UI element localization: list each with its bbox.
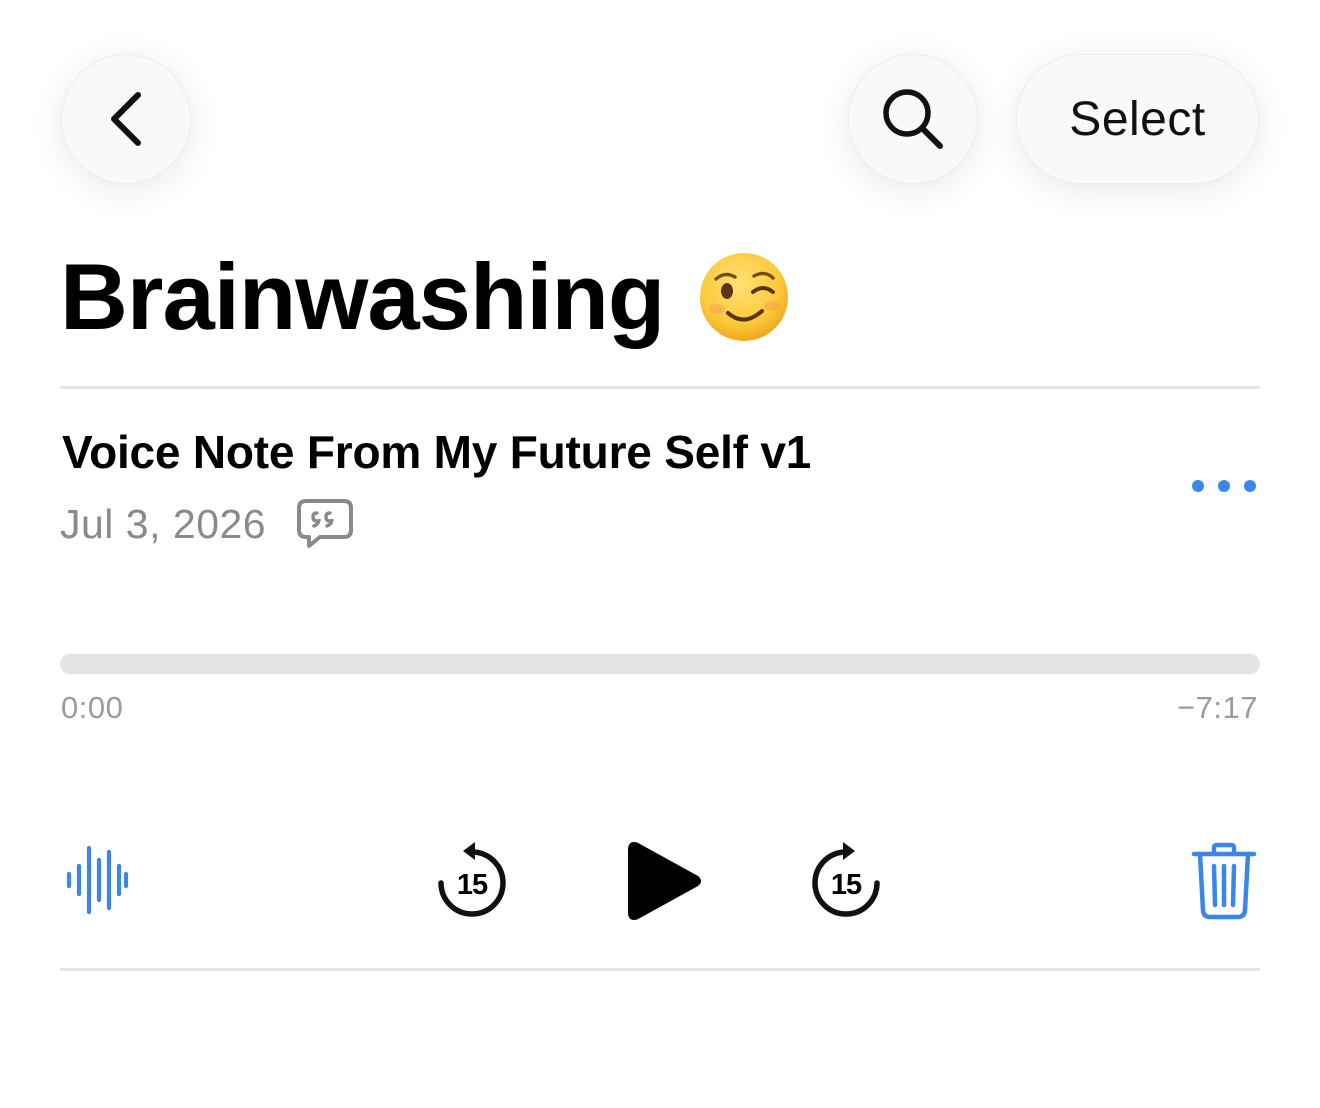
- play-icon: [628, 842, 701, 920]
- back-button[interactable]: [61, 54, 191, 184]
- more-options-button[interactable]: [1186, 466, 1262, 506]
- ellipsis-dot: [1218, 480, 1230, 492]
- recording-meta: Jul 3, 2026: [60, 496, 354, 552]
- skip-back-seconds: 15: [456, 868, 488, 901]
- select-button[interactable]: Select: [1016, 54, 1259, 184]
- trash-icon: [1191, 842, 1257, 920]
- folder-header: Brainwashing: [60, 238, 790, 356]
- search-icon: [883, 89, 943, 149]
- skip-forward-15-button[interactable]: 15: [806, 838, 886, 922]
- skip-forward-seconds: 15: [830, 868, 862, 901]
- delete-button[interactable]: [1190, 842, 1258, 920]
- remaining-time: −7:17: [1177, 690, 1258, 725]
- voice-memos-folder-view: Select Brainwashing Voice Note From My F…: [0, 0, 1320, 1108]
- divider: [60, 386, 1260, 389]
- winking-face-emoji-icon: [700, 253, 789, 341]
- page-title: Brainwashing: [60, 244, 665, 349]
- chevron-left-icon: [111, 92, 141, 146]
- divider: [60, 968, 1260, 971]
- waveform-icon: [66, 845, 129, 915]
- ellipsis-icon: [1192, 480, 1204, 492]
- recording-title[interactable]: Voice Note From My Future Self v1: [62, 424, 811, 480]
- recording-date: Jul 3, 2026: [60, 500, 267, 547]
- skip-back-15-button[interactable]: 15: [432, 838, 512, 922]
- ellipsis-dot: [1244, 480, 1256, 492]
- play-button[interactable]: [622, 836, 706, 926]
- search-button[interactable]: [848, 54, 978, 184]
- edit-waveform-button[interactable]: [64, 842, 130, 918]
- transcript-quote-bubble-icon: [297, 499, 354, 548]
- playback-scrubber[interactable]: [60, 654, 1260, 674]
- elapsed-time: 0:00: [61, 690, 124, 725]
